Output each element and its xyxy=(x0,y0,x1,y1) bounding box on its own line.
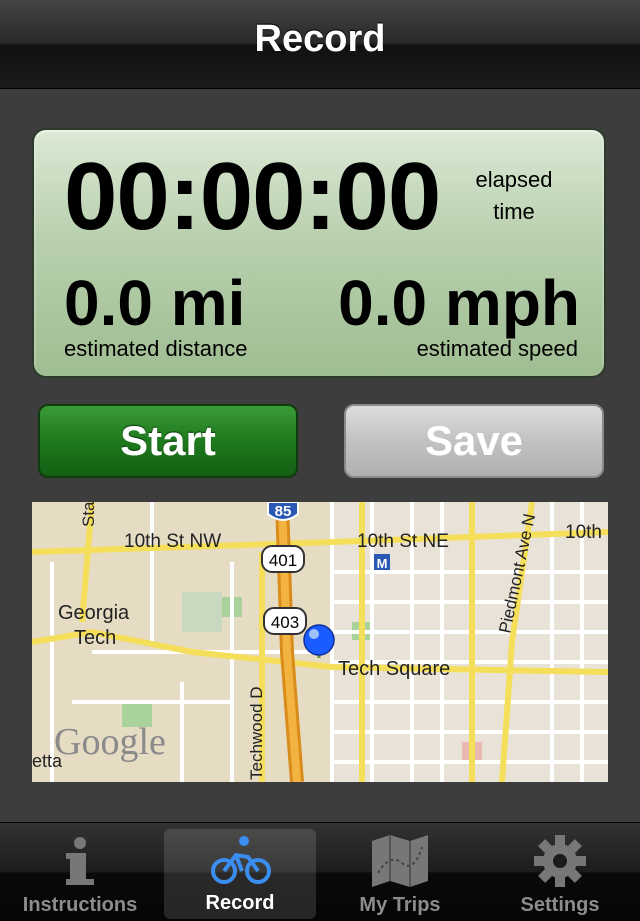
speed-label: estimated speed xyxy=(416,336,578,361)
map-label-techwood: Techwood D xyxy=(247,686,266,780)
map-label-10th-ne: 10th St NE xyxy=(357,531,449,552)
elapsed-label-line2: time xyxy=(493,199,535,224)
info-icon xyxy=(4,833,156,889)
tab-label: Record xyxy=(205,892,275,914)
map-view[interactable]: 10th St NW 10th St NE 10th Stat Georgia … xyxy=(32,502,608,782)
route-401-shield: 401 xyxy=(269,551,297,570)
elapsed-time-label: elapsed time xyxy=(464,164,564,228)
navigation-bar: Record xyxy=(0,0,640,89)
tab-bar: Instructions Record My Trips Settings xyxy=(0,822,640,921)
tab-my-trips[interactable]: My Trips xyxy=(324,823,476,921)
map-icon xyxy=(324,833,476,889)
tab-label: My Trips xyxy=(359,894,441,916)
elapsed-time-value: 00:00:00 xyxy=(64,143,441,250)
tab-record[interactable]: Record xyxy=(164,829,316,919)
page-title: Record xyxy=(254,18,386,60)
tab-instructions[interactable]: Instructions xyxy=(4,823,156,921)
bicycle-icon xyxy=(164,833,316,889)
map-label-10th-right: 10th xyxy=(565,522,602,543)
tab-label: Instructions xyxy=(22,894,138,916)
metro-station-icon: M xyxy=(377,556,388,571)
google-logo: Google xyxy=(54,721,166,763)
map-label-tech: Tech xyxy=(74,627,116,649)
route-403-shield: 403 xyxy=(271,613,299,632)
elapsed-label-line1: elapsed xyxy=(475,167,553,192)
gear-icon xyxy=(484,833,636,889)
map-label-georgia: Georgia xyxy=(58,602,130,624)
interstate-shield: 85 xyxy=(275,503,292,520)
map-label-tech-square: Tech Square xyxy=(338,658,450,680)
tab-settings[interactable]: Settings xyxy=(484,823,636,921)
trip-stats-panel: 00:00:00 elapsed time 0.0 mi estimated d… xyxy=(32,128,606,378)
tab-label: Settings xyxy=(520,894,600,916)
speed-value: 0.0 mph xyxy=(338,267,580,339)
map-label-etta: etta xyxy=(32,751,63,771)
distance-value: 0.0 mi xyxy=(64,267,246,339)
map-label-state: Stat xyxy=(79,502,98,527)
map-label-10th-nw: 10th St NW xyxy=(124,531,221,552)
distance-label: estimated distance xyxy=(64,336,248,361)
save-button[interactable]: Save xyxy=(344,404,604,478)
start-button[interactable]: Start xyxy=(38,404,298,478)
